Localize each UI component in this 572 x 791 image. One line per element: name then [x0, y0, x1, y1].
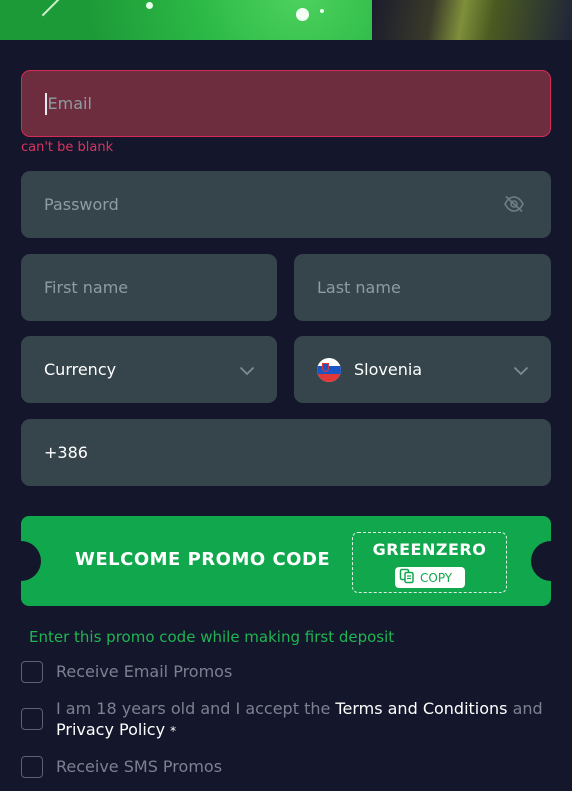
promo-title: WELCOME PROMO CODE — [75, 549, 331, 570]
copy-icon — [399, 568, 415, 588]
banner-character-art — [372, 0, 572, 40]
first-name-field[interactable]: First name — [21, 254, 277, 321]
terms-link[interactable]: Terms and Conditions — [335, 699, 507, 718]
promo-code: GREENZERO — [372, 540, 487, 559]
banner-sparkle — [296, 8, 309, 21]
email-promos-checkbox[interactable] — [21, 661, 43, 683]
terms-prefix: I am 18 years old and I accept the — [56, 699, 331, 718]
ticket-notch — [1, 541, 41, 581]
copy-button[interactable]: COPY — [395, 567, 465, 588]
promo-code-box: GREENZERO COPY — [352, 532, 507, 593]
currency-label: Currency — [44, 360, 117, 379]
banner-sparkle — [320, 9, 324, 13]
promo-banner — [0, 0, 572, 40]
ticket-notch — [531, 541, 571, 581]
terms-row: I am 18 years old and I accept the Terms… — [21, 698, 551, 742]
password-placeholder: Password — [44, 195, 119, 214]
country-select[interactable]: Slovenia — [294, 336, 551, 403]
email-field[interactable]: Email — [21, 70, 551, 137]
email-error-message: can't be blank — [21, 140, 114, 155]
phone-value: +386 — [44, 443, 88, 462]
email-placeholder: Email — [47, 94, 92, 113]
country-value: Slovenia — [354, 360, 423, 379]
currency-select[interactable]: Currency — [21, 336, 277, 403]
terms-and: and — [512, 699, 543, 718]
banner-sparkle — [146, 2, 153, 9]
sms-promos-row: Receive SMS Promos — [21, 756, 222, 778]
terms-checkbox[interactable] — [21, 708, 43, 730]
required-mark: * — [170, 724, 177, 738]
slovenia-flag-icon — [317, 357, 341, 382]
phone-field[interactable]: +386 — [21, 419, 551, 486]
text-caret — [45, 92, 47, 115]
banner-green-shape — [0, 0, 415, 40]
eye-off-icon[interactable] — [503, 195, 525, 217]
promo-code-card: WELCOME PROMO CODE GREENZERO COPY — [1, 516, 571, 606]
copy-label: COPY — [420, 570, 453, 585]
sms-promos-checkbox[interactable] — [21, 756, 43, 778]
terms-label: I am 18 years old and I accept the Terms… — [56, 698, 551, 742]
email-promos-label: Receive Email Promos — [56, 662, 233, 681]
privacy-link[interactable]: Privacy Policy — [56, 720, 165, 739]
first-name-placeholder: First name — [44, 278, 129, 297]
email-promos-row: Receive Email Promos — [21, 661, 232, 683]
promo-hint: Enter this promo code while making first… — [29, 628, 395, 646]
last-name-placeholder: Last name — [317, 278, 401, 297]
chevron-down-icon — [513, 361, 529, 380]
password-field[interactable]: Password — [21, 171, 551, 238]
chevron-down-icon — [239, 361, 255, 380]
last-name-field[interactable]: Last name — [294, 254, 551, 321]
sms-promos-label: Receive SMS Promos — [56, 757, 223, 776]
